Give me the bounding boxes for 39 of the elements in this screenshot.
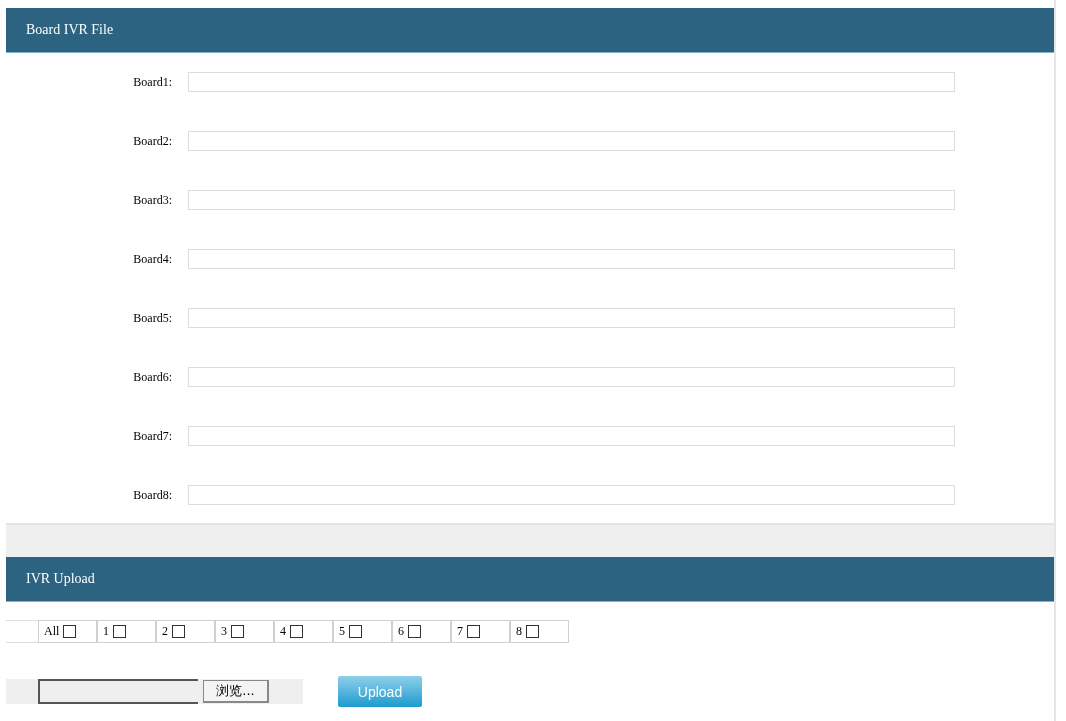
- field-label: Board5:: [132, 310, 173, 326]
- checkbox[interactable]: [408, 625, 421, 638]
- checkbox-label: All: [44, 624, 60, 639]
- checkbox-label: 7: [457, 624, 463, 639]
- checkbox-label: 6: [398, 624, 404, 639]
- input-field[interactable]: [188, 249, 955, 269]
- checkbox[interactable]: [113, 625, 126, 638]
- input-field[interactable]: [188, 131, 955, 151]
- input-field[interactable]: [188, 485, 955, 505]
- input-field[interactable]: [188, 72, 955, 92]
- section-header: Board IVR File: [6, 8, 1054, 53]
- checkbox-label: 2: [162, 624, 168, 639]
- field-label: Board6:: [132, 369, 173, 385]
- empty-cell: [6, 620, 38, 643]
- checkbox-label: 3: [221, 624, 227, 639]
- checkbox-label: 5: [339, 624, 345, 639]
- input-field[interactable]: [188, 190, 955, 210]
- checkbox[interactable]: [290, 625, 303, 638]
- field-label: Board3:: [132, 192, 173, 208]
- checkbox[interactable]: [63, 625, 77, 638]
- field-label: Board1:: [132, 74, 173, 90]
- checkbox-label: 4: [280, 624, 286, 639]
- checkbox[interactable]: [172, 625, 185, 638]
- field-label: Board8:: [132, 487, 173, 503]
- section-header: IVR Upload: [6, 557, 1054, 602]
- input-field[interactable]: [188, 367, 955, 387]
- checkbox[interactable]: [349, 625, 362, 638]
- input-field[interactable]: [188, 426, 955, 446]
- checkbox[interactable]: [526, 625, 539, 638]
- checkbox[interactable]: [231, 625, 244, 638]
- checkbox-label: 8: [516, 624, 522, 639]
- browse-button[interactable]: 浏览...: [203, 680, 269, 703]
- field-label: Board7:: [132, 428, 173, 444]
- field-label: Board2:: [132, 133, 173, 149]
- input-field[interactable]: [188, 308, 955, 328]
- checkbox-label: 1: [103, 624, 109, 639]
- file-path-field[interactable]: [38, 679, 198, 704]
- field-label: Board4:: [132, 251, 173, 267]
- checkbox[interactable]: [467, 625, 480, 638]
